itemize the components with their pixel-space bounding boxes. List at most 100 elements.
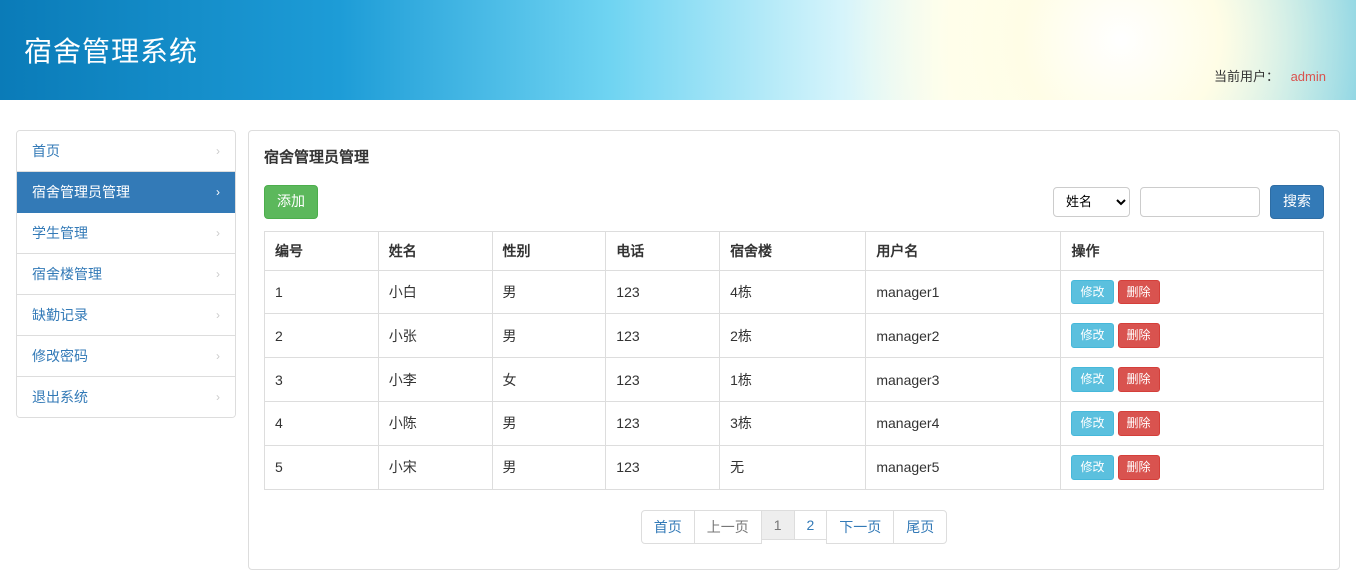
table-cell-sex: 女 [492,358,606,402]
table-cell-username: manager5 [866,445,1061,489]
table-header: 性别 [492,231,606,270]
edit-button[interactable]: 修改 [1071,411,1113,436]
table-cell-ops: 修改删除 [1061,314,1324,358]
table-cell-id: 3 [265,358,379,402]
panel-title: 宿舍管理员管理 [264,146,1324,167]
table-cell-username: manager1 [866,270,1061,314]
table-cell-dorm: 无 [720,445,866,489]
search-field-select[interactable]: 姓名 [1053,187,1130,217]
chevron-right-icon: › [216,349,220,363]
table-row: 4小陈男1233栋manager4修改删除 [265,401,1324,445]
sidebar: 首页 › 宿舍管理员管理 › 学生管理 › 宿舍楼管理 › 缺勤记录 › 修改密码 › 退出系统 › [16,130,236,570]
edit-button[interactable]: 修改 [1071,455,1113,480]
table-row: 5小宋男123无manager5修改删除 [265,445,1324,489]
table-cell-sex: 男 [492,314,606,358]
main-panel: 宿舍管理员管理 添加 姓名 搜索 编号姓名性别电话宿舍楼用户名操作 1小白男12… [248,130,1340,570]
chevron-right-icon: › [216,308,220,322]
table-cell-id: 4 [265,401,379,445]
chevron-right-icon: › [216,144,220,158]
current-user-name: admin [1291,69,1326,84]
table-cell-id: 5 [265,445,379,489]
table-cell-tel: 123 [606,401,720,445]
table-cell-tel: 123 [606,270,720,314]
table-cell-name: 小张 [378,314,492,358]
delete-button[interactable]: 删除 [1118,367,1160,392]
table-cell-ops: 修改删除 [1061,401,1324,445]
chevron-right-icon: › [216,226,220,240]
sidebar-item-2[interactable]: 学生管理 › [17,213,235,254]
current-user-label: 当前用户： [1214,69,1279,84]
search-button[interactable]: 搜索 [1270,185,1324,219]
chevron-right-icon: › [216,267,220,281]
app-title: 宿舍管理系统 [24,30,198,70]
sidebar-item-label: 首页 [32,141,60,161]
sidebar-item-4[interactable]: 缺勤记录 › [17,295,235,336]
chevron-right-icon: › [216,390,220,404]
delete-button[interactable]: 删除 [1118,280,1160,305]
table-cell-id: 2 [265,314,379,358]
delete-button[interactable]: 删除 [1118,455,1160,480]
sidebar-item-1[interactable]: 宿舍管理员管理 › [17,172,235,213]
table-cell-name: 小陈 [378,401,492,445]
table-cell-dorm: 4栋 [720,270,866,314]
table-cell-tel: 123 [606,358,720,402]
page-prev: 上一页 [694,510,762,544]
sidebar-item-6[interactable]: 退出系统 › [17,377,235,417]
table-header: 姓名 [378,231,492,270]
table-cell-ops: 修改删除 [1061,270,1324,314]
table-header: 用户名 [866,231,1061,270]
search-input[interactable] [1140,187,1260,217]
table-cell-name: 小白 [378,270,492,314]
sidebar-item-label: 修改密码 [32,346,88,366]
table-cell-username: manager4 [866,401,1061,445]
table-row: 3小李女1231栋manager3修改删除 [265,358,1324,402]
table-cell-ops: 修改删除 [1061,358,1324,402]
table-cell-sex: 男 [492,270,606,314]
current-user: 当前用户： admin [1214,66,1326,85]
sidebar-item-label: 宿舍管理员管理 [32,182,130,202]
chevron-right-icon: › [216,185,220,199]
page-first[interactable]: 首页 [641,510,695,544]
page-1: 1 [761,510,795,540]
sidebar-item-0[interactable]: 首页 › [17,131,235,172]
table-cell-dorm: 2栋 [720,314,866,358]
table-cell-name: 小李 [378,358,492,402]
table-cell-sex: 男 [492,445,606,489]
table-cell-id: 1 [265,270,379,314]
app-header: 宿舍管理系统 当前用户： admin [0,0,1356,100]
delete-button[interactable]: 删除 [1118,323,1160,348]
sidebar-item-3[interactable]: 宿舍楼管理 › [17,254,235,295]
page-next[interactable]: 下一页 [826,510,894,544]
table-row: 1小白男1234栋manager1修改删除 [265,270,1324,314]
sidebar-item-label: 宿舍楼管理 [32,264,102,284]
table-row: 2小张男1232栋manager2修改删除 [265,314,1324,358]
edit-button[interactable]: 修改 [1071,280,1113,305]
page-last[interactable]: 尾页 [893,510,947,544]
sidebar-item-label: 学生管理 [32,223,88,243]
sidebar-item-label: 退出系统 [32,387,88,407]
table-cell-ops: 修改删除 [1061,445,1324,489]
table-cell-sex: 男 [492,401,606,445]
table-header: 电话 [606,231,720,270]
table-header: 编号 [265,231,379,270]
toolbar: 添加 姓名 搜索 [264,185,1324,219]
page-2[interactable]: 2 [794,510,828,540]
table-header: 操作 [1061,231,1324,270]
sidebar-item-5[interactable]: 修改密码 › [17,336,235,377]
table-cell-dorm: 3栋 [720,401,866,445]
manager-table: 编号姓名性别电话宿舍楼用户名操作 1小白男1234栋manager1修改删除2小… [264,231,1324,490]
table-cell-tel: 123 [606,445,720,489]
table-cell-username: manager3 [866,358,1061,402]
add-button[interactable]: 添加 [264,185,318,219]
header-glow [841,0,1356,100]
delete-button[interactable]: 删除 [1118,411,1160,436]
edit-button[interactable]: 修改 [1071,323,1113,348]
table-cell-dorm: 1栋 [720,358,866,402]
edit-button[interactable]: 修改 [1071,367,1113,392]
table-header: 宿舍楼 [720,231,866,270]
sidebar-item-label: 缺勤记录 [32,305,88,325]
pagination: 首页上一页12下一页尾页 [264,510,1324,544]
table-cell-name: 小宋 [378,445,492,489]
table-cell-username: manager2 [866,314,1061,358]
table-cell-tel: 123 [606,314,720,358]
